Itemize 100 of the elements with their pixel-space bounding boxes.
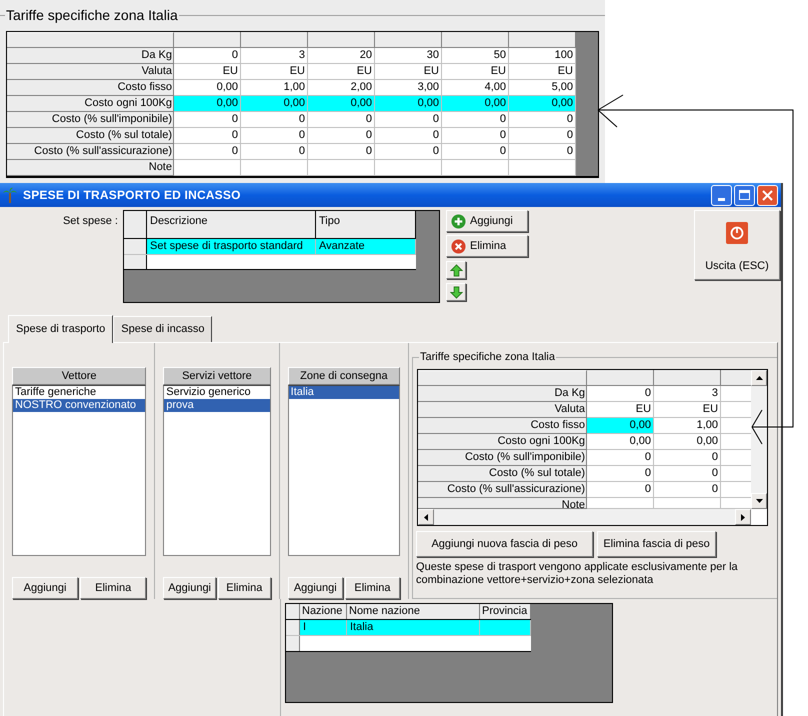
list-header: Zone di consegna [288, 367, 400, 385]
list-item[interactable]: prova [164, 399, 270, 412]
scroll-down-icon [756, 499, 763, 503]
table-cell: 0,00 [509, 96, 576, 112]
table-cell: EU [442, 64, 509, 80]
scroll-up-icon [756, 376, 763, 380]
table-cell: 0,00 [587, 434, 654, 450]
table-cell: 0 [375, 144, 442, 160]
row-header: Costo fisso [418, 418, 588, 434]
window-title: SPESE DI TRASPORTO ED INCASSO [23, 187, 241, 204]
table-cell: 0 [509, 112, 576, 128]
move-down-button[interactable] [446, 283, 466, 301]
table-cell: 0,00 [174, 80, 241, 96]
table-cell [654, 498, 722, 509]
column-header: Tipo [316, 211, 416, 238]
row-header: Costo (% sul totale) [418, 466, 588, 482]
scroll-right-icon [741, 514, 746, 520]
table-cell: 0 [509, 144, 576, 160]
row-header: Note [7, 160, 174, 176]
horizontal-scrollbar[interactable] [418, 509, 752, 525]
table-cell: 30 [375, 48, 442, 64]
table-cell[interactable]: Set spese di trasporto standard [147, 239, 316, 254]
minimize-button[interactable] [711, 184, 732, 206]
minimize-icon [718, 198, 725, 200]
plus-icon [451, 214, 466, 228]
table-cell: 0 [442, 144, 509, 160]
table-cell: 0,00 [442, 96, 509, 112]
close-icon [451, 238, 466, 254]
row-header: Costo (% sull'assicurazione) [418, 482, 588, 498]
row-header: Da Kg [7, 48, 174, 64]
list-header: Vettore [12, 367, 146, 385]
table-cell: 5,00 [509, 80, 576, 96]
table-cell: 0 [174, 128, 241, 144]
table-cell[interactable]: Avanzate [316, 239, 416, 254]
tab[interactable]: Spese di incasso [113, 316, 212, 342]
table-cell: 0 [241, 144, 308, 160]
add-button[interactable]: Aggiungi [446, 210, 528, 232]
move-up-button[interactable] [446, 261, 466, 279]
table-cell: 0 [241, 128, 308, 144]
table-cell: 0 [442, 112, 509, 128]
table-cell: EU [241, 64, 308, 80]
table-cell: 0 [308, 112, 375, 128]
table-cell: 3 [654, 386, 722, 402]
table-cell [587, 498, 654, 509]
add-button[interactable]: Aggiungi [163, 577, 216, 599]
table-cell: 4,00 [442, 80, 509, 96]
set-label: Set spese : [62, 214, 118, 229]
add-button[interactable]: Aggiungi [288, 577, 343, 599]
scroll-left-icon [424, 514, 428, 520]
delete-button[interactable]: Elimina [80, 577, 146, 599]
table-cell: 3 [241, 48, 308, 64]
table-cell: EU [509, 64, 576, 80]
row-header: Costo (% sull'imponibile) [7, 112, 174, 128]
table-cell: 0 [308, 144, 375, 160]
delete-button[interactable]: Elimina [218, 577, 271, 599]
delete-weight-band-button[interactable]: Elimina fascia di peso [597, 531, 716, 557]
table-cell[interactable]: Italia [347, 620, 480, 635]
table-cell: 50 [442, 48, 509, 64]
table-cell: 0 [654, 482, 722, 498]
palm-tree-icon [3, 187, 17, 203]
maximize-button[interactable] [734, 184, 755, 206]
table-cell[interactable]: I [300, 620, 347, 635]
delete-button[interactable]: Elimina [344, 577, 400, 599]
table-cell: 0 [308, 128, 375, 144]
list-item[interactable]: Servizio generico [164, 386, 270, 399]
column-header: Provincia [480, 604, 531, 619]
table-cell: 0 [509, 128, 576, 144]
row-header[interactable] [124, 255, 147, 269]
table-cell: EU [654, 402, 722, 418]
table-cell: 0 [587, 482, 654, 498]
group-title: Tariffe specifiche zona Italia [5, 7, 179, 23]
table-cell: 0 [174, 48, 241, 64]
tab[interactable]: Spese di trasporto [8, 315, 114, 343]
column-header: Descrizione [147, 211, 316, 238]
row-header: Costo fisso [7, 80, 174, 96]
list-item[interactable]: NOSTRO convenzionato [13, 399, 146, 412]
row-header: Costo (% sul totale) [7, 128, 174, 144]
add-button[interactable]: Aggiungi [12, 577, 78, 599]
table-cell: 100 [509, 48, 576, 64]
table-cell: 0 [375, 112, 442, 128]
table-cell: 0,00 [654, 434, 722, 450]
row-header[interactable] [124, 239, 147, 254]
table-cell: 1,00 [654, 418, 722, 434]
table-cell: 0 [587, 466, 654, 482]
column-header: Nazione [300, 604, 347, 619]
power-icon [726, 222, 748, 244]
list-item[interactable]: Italia [288, 386, 400, 399]
table-cell: 0 [654, 450, 722, 466]
table-cell: EU [308, 64, 375, 80]
vertical-scrollbar[interactable] [751, 370, 768, 509]
table-cell[interactable] [480, 620, 531, 635]
add-weight-band-button[interactable]: Aggiungi nuova fascia di peso [416, 531, 594, 557]
delete-button[interactable]: Elimina [446, 235, 528, 257]
list-item[interactable]: Tariffe generiche [13, 386, 146, 399]
table-cell: 20 [308, 48, 375, 64]
table-cell: 0 [375, 128, 442, 144]
table-cell: 3,00 [375, 80, 442, 96]
row-header: Costo ogni 100Kg [7, 96, 174, 112]
close-button[interactable] [757, 184, 778, 206]
exit-button[interactable]: Uscita (ESC) [694, 210, 780, 280]
